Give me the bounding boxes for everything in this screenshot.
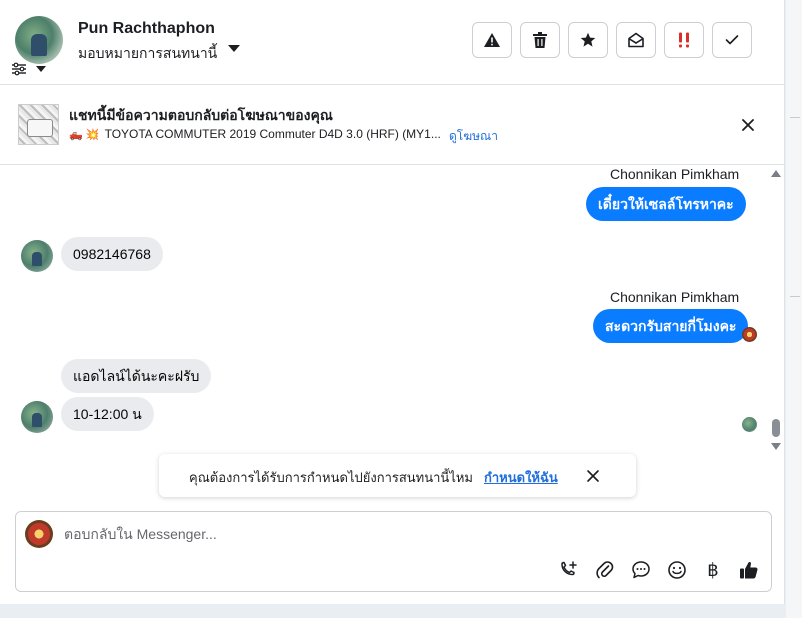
- mark-unread-button[interactable]: [616, 22, 656, 58]
- contact-name[interactable]: Pun Rachthaphon: [78, 20, 215, 38]
- thumbs-up-icon[interactable]: [738, 559, 760, 581]
- star-icon: [580, 32, 596, 47]
- trash-icon: [533, 32, 547, 48]
- star-button[interactable]: [568, 22, 608, 58]
- assign-to-me-link[interactable]: กำหนดให้ฉัน: [484, 467, 558, 488]
- follow-up-button[interactable]: [664, 22, 704, 58]
- close-icon[interactable]: [586, 469, 600, 483]
- message-composer: ฿: [15, 511, 772, 592]
- contact-avatar[interactable]: [15, 16, 63, 64]
- message-bubble-incoming[interactable]: 0982146768: [61, 237, 163, 271]
- baht-symbol: ฿: [707, 559, 719, 581]
- filter-sliders-icon[interactable]: [11, 62, 27, 76]
- emoji-icon[interactable]: [666, 559, 688, 581]
- seen-indicator-avatar: [742, 327, 757, 342]
- seen-indicator-avatar: [742, 417, 757, 432]
- conversation-panel: Pun Rachthaphon มอบหมายการสนทนานี้ แชทนี…: [0, 0, 785, 604]
- message-bubble-outgoing[interactable]: เดี๋ยวให้เซลล์โทรหาคะ: [586, 187, 746, 221]
- spam-button[interactable]: [472, 22, 512, 58]
- conversation-header: Pun Rachthaphon มอบหมายการสนทนานี้: [0, 0, 785, 85]
- adjacent-pane-edge: [786, 0, 802, 618]
- ad-reply-banner: แชทนี้มีข้อความตอบกลับต่อโฆษณาของคุณ 🛻 💥…: [0, 86, 785, 165]
- done-button[interactable]: [712, 22, 752, 58]
- assign-prompt-toast: คุณต้องการได้รับการกำหนดไปยังการสนทนานี้…: [159, 454, 636, 497]
- sender-name: Chonnikan Pimkham: [610, 289, 740, 305]
- warning-triangle-icon: [484, 33, 500, 47]
- banner-subtitle: 🛻 💥 TOYOTA COMMUTER 2019 Commuter D4D 3.…: [69, 127, 441, 141]
- message-bubble-outgoing[interactable]: สะดวกรับสายกี่โมงคะ: [593, 309, 749, 343]
- scroll-up-arrow[interactable]: [771, 170, 781, 177]
- speech-bubble-icon[interactable]: [630, 559, 652, 581]
- page-avatar: [25, 520, 53, 548]
- scroll-down-arrow[interactable]: [771, 443, 781, 450]
- delete-button[interactable]: [520, 22, 560, 58]
- envelope-open-icon: [628, 32, 644, 48]
- sender-name: Chonnikan Pimkham: [610, 166, 740, 182]
- baht-icon[interactable]: ฿: [702, 559, 724, 581]
- view-ad-link[interactable]: ดูโฆษณา: [449, 127, 498, 146]
- check-icon: [725, 35, 739, 45]
- reply-input[interactable]: [64, 524, 664, 544]
- scrollbar-thumb[interactable]: [772, 419, 780, 437]
- message-bubble-incoming[interactable]: แอดไลน์ได้นะคะฝรับ: [61, 359, 212, 393]
- ad-title-text: TOYOTA COMMUTER 2019 Commuter D4D 3.0 (H…: [104, 127, 441, 141]
- paperclip-icon[interactable]: [594, 559, 616, 581]
- divider: [790, 296, 800, 297]
- assign-prompt-text: คุณต้องการได้รับการกำหนดไปยังการสนทนานี้…: [189, 470, 473, 485]
- chevron-down-icon[interactable]: [36, 66, 46, 72]
- divider: [790, 117, 800, 118]
- ad-thumbnail[interactable]: [18, 104, 59, 145]
- close-icon[interactable]: [739, 116, 757, 134]
- contact-avatar-small[interactable]: [21, 401, 53, 433]
- contact-avatar-small[interactable]: [21, 240, 53, 272]
- assign-conversation-label[interactable]: มอบหมายการสนทนานี้: [78, 43, 217, 65]
- phone-plus-icon[interactable]: [558, 559, 580, 581]
- banner-title: แชทนี้มีข้อความตอบกลับต่อโฆษณาของคุณ: [69, 107, 333, 123]
- message-bubble-incoming[interactable]: 10-12:00 น: [61, 397, 154, 431]
- ad-emoji: 🛻 💥: [69, 129, 100, 141]
- double-exclamation-icon: [679, 32, 689, 48]
- chevron-down-icon[interactable]: [228, 45, 240, 52]
